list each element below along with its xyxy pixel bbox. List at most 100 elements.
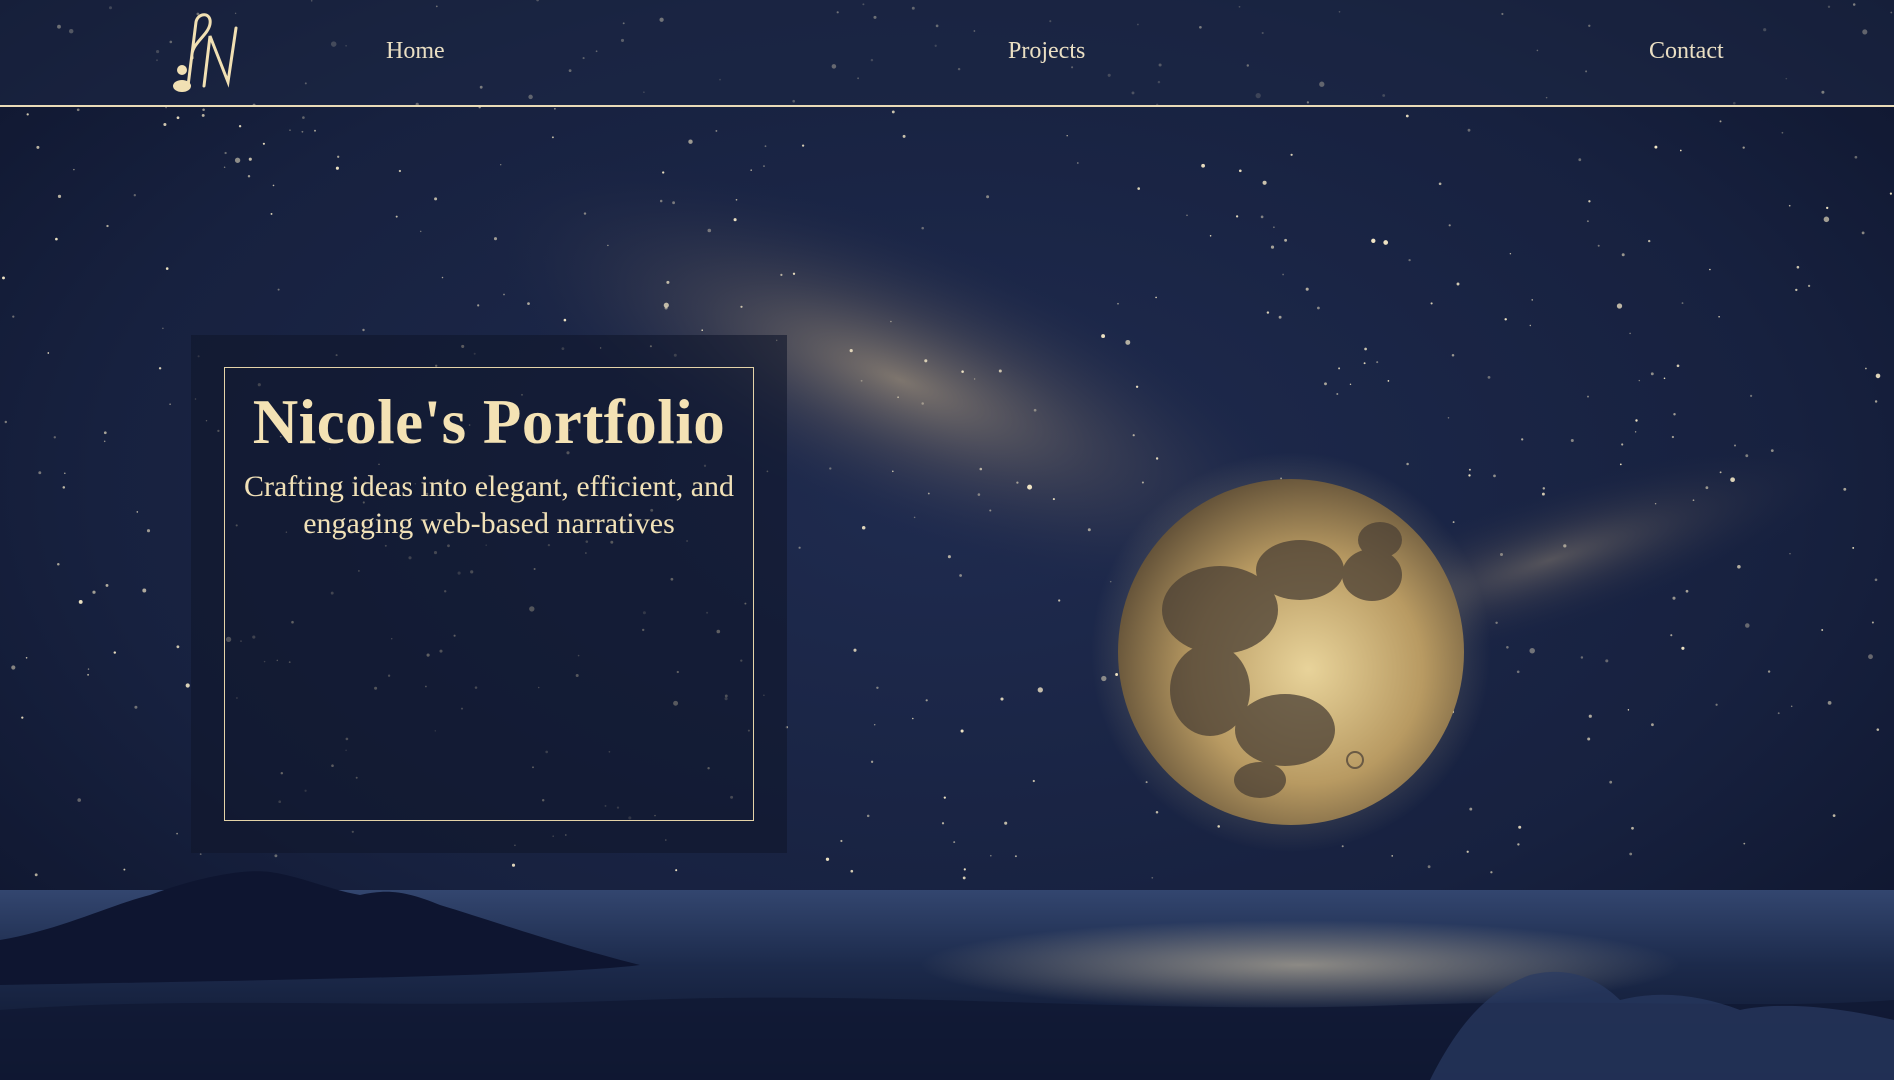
star [1874, 400, 1878, 403]
star [1796, 265, 1800, 269]
star [270, 212, 273, 215]
star [1578, 158, 1582, 162]
star [873, 724, 876, 726]
star [133, 194, 136, 197]
star [1529, 647, 1535, 654]
star [1338, 367, 1341, 370]
star [1270, 245, 1275, 249]
star [998, 369, 1002, 373]
star [1235, 215, 1239, 218]
star [142, 588, 147, 593]
star [1499, 552, 1504, 557]
star [1627, 709, 1630, 711]
star [1066, 134, 1068, 137]
nav-contact-link[interactable]: Contact [1649, 38, 1724, 65]
star [663, 302, 669, 308]
star [1563, 544, 1567, 548]
star [861, 525, 866, 530]
star [55, 237, 58, 241]
star [1635, 419, 1638, 422]
star [1692, 499, 1695, 502]
star [1027, 484, 1033, 490]
star [362, 328, 365, 332]
star [1408, 258, 1411, 262]
star [314, 129, 316, 132]
star [419, 230, 422, 233]
star [750, 169, 752, 171]
star [1448, 224, 1451, 227]
star [1619, 463, 1622, 466]
star [792, 272, 796, 275]
star [21, 716, 24, 719]
star [870, 760, 874, 763]
star [659, 199, 663, 203]
nav-projects-link[interactable]: Projects [1008, 38, 1085, 65]
star [441, 276, 444, 279]
star [902, 134, 906, 138]
star [607, 244, 609, 247]
monogram-music-note-icon[interactable] [160, 8, 240, 98]
star [1518, 825, 1522, 829]
star [1467, 128, 1471, 132]
star [1588, 200, 1591, 203]
star [103, 440, 106, 443]
nav-home-link[interactable]: Home [386, 38, 445, 65]
star [1531, 299, 1533, 301]
star [64, 472, 66, 474]
star [1324, 382, 1327, 386]
star [62, 486, 66, 489]
star [1730, 477, 1735, 483]
star [11, 665, 16, 670]
star [1650, 372, 1654, 376]
star [106, 224, 109, 228]
star [1155, 457, 1159, 460]
star [1209, 235, 1212, 237]
star [1681, 302, 1684, 305]
star [1468, 468, 1471, 471]
star [262, 142, 265, 145]
star [134, 705, 138, 709]
star [1790, 705, 1793, 708]
star [1671, 435, 1675, 439]
star [434, 197, 438, 201]
star [1317, 306, 1320, 310]
star [977, 493, 981, 496]
star [34, 873, 38, 877]
star [146, 529, 151, 533]
star [1125, 339, 1131, 345]
star [1371, 238, 1376, 243]
star [1529, 324, 1532, 327]
star [890, 320, 892, 323]
star [961, 370, 964, 373]
star [1406, 462, 1409, 466]
star [1865, 367, 1867, 370]
star [1681, 646, 1685, 650]
star [202, 108, 205, 111]
star [1586, 220, 1589, 223]
star [1517, 843, 1520, 846]
star [1364, 347, 1367, 351]
star [199, 853, 202, 855]
star [1137, 187, 1140, 190]
star [158, 367, 162, 370]
star [1605, 659, 1609, 663]
star [563, 318, 567, 322]
star [1781, 131, 1784, 134]
star [1290, 153, 1293, 156]
star [1405, 114, 1409, 118]
star [136, 511, 139, 513]
star [272, 184, 275, 187]
star [897, 396, 899, 399]
star [1466, 850, 1469, 853]
star [1101, 334, 1106, 339]
star [735, 198, 738, 201]
star [47, 352, 50, 354]
star [1715, 703, 1718, 706]
star [1889, 192, 1892, 195]
star [662, 171, 665, 174]
star [1734, 444, 1736, 447]
star [924, 359, 928, 363]
star [1490, 871, 1493, 874]
star [1468, 474, 1471, 477]
star [962, 876, 966, 880]
